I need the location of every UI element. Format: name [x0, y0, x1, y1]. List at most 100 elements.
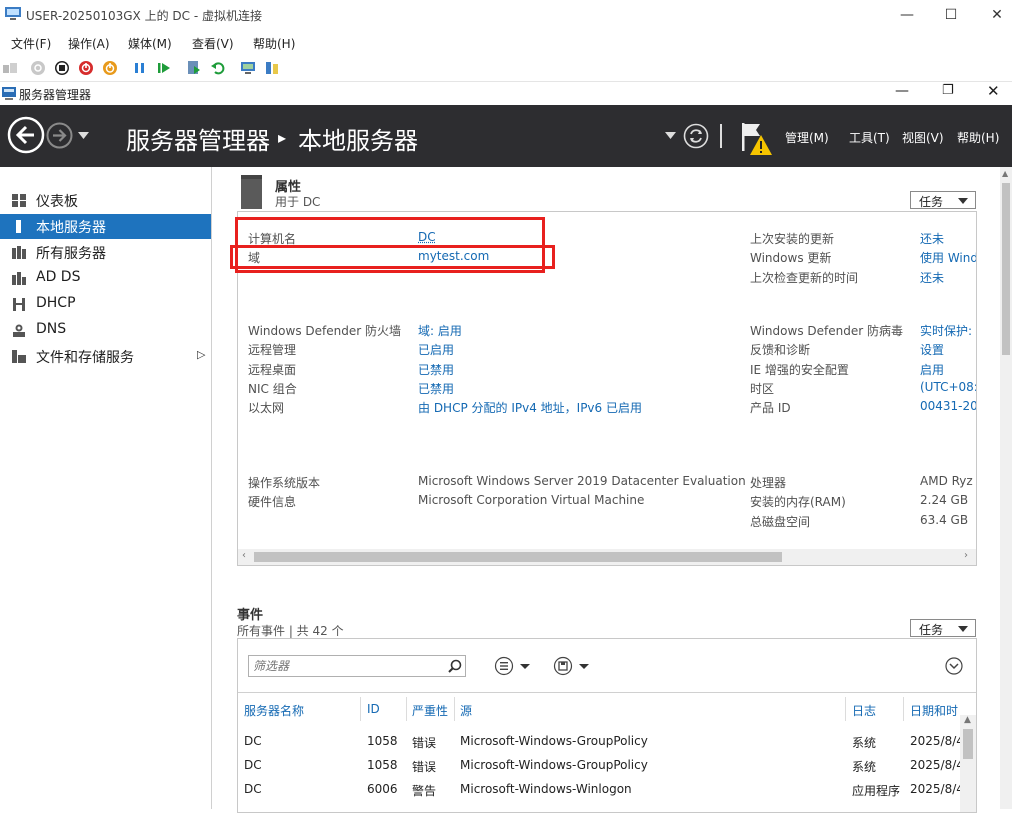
sm-minimize-button[interactable]: —: [895, 83, 909, 99]
col-header-log[interactable]: 日志: [852, 702, 876, 719]
sidebar-item-all-servers[interactable]: 所有服务器: [0, 240, 211, 265]
cell-source: Microsoft-Windows-GroupPolicy: [460, 734, 648, 748]
vm-close-button[interactable]: ✕: [974, 0, 1012, 30]
vm-toolbar: [0, 56, 1012, 82]
server-manager-icon: [2, 87, 16, 100]
sidebar-item-dhcp[interactable]: DHCP: [0, 292, 211, 317]
prop-value-remote-management[interactable]: 已启用: [418, 341, 454, 358]
sidebar-item-label: 文件和存储服务: [36, 347, 134, 367]
prop-value-last-update[interactable]: 还未: [920, 230, 944, 247]
sidebar-item-file-storage[interactable]: 文件和存储服务 ▷: [0, 344, 211, 369]
prop-value-nic-teaming[interactable]: 已禁用: [418, 380, 454, 397]
menu-help[interactable]: 帮助(H): [253, 35, 295, 52]
cell-date: 2025/8/4: [910, 758, 964, 772]
search-icon[interactable]: [448, 659, 462, 673]
checkpoint-icon[interactable]: [186, 60, 202, 76]
scroll-up-icon[interactable]: ▲: [1002, 169, 1008, 178]
prop-value-windows-update[interactable]: 使用 Wind: [920, 249, 977, 266]
prop-value-remote-desktop[interactable]: 已禁用: [418, 361, 454, 378]
menu-view[interactable]: 查看(V): [192, 35, 234, 52]
revert-icon[interactable]: [210, 60, 226, 76]
prop-value-feedback[interactable]: 设置: [920, 341, 944, 358]
sidebar-item-local-server[interactable]: 本地服务器: [0, 214, 211, 239]
col-header-source[interactable]: 源: [460, 702, 472, 719]
share-icon[interactable]: [264, 60, 280, 76]
vm-title-bar: USER-20250103GX 上的 DC - 虚拟机连接 — ☐ ✕: [0, 0, 1012, 30]
events-tasks-button[interactable]: 任务: [910, 619, 976, 637]
vm-minimize-button[interactable]: —: [884, 0, 930, 30]
prop-value-disk: 63.4 GB: [920, 513, 968, 527]
sm-restore-button[interactable]: ❐: [942, 83, 954, 98]
scroll-left-icon[interactable]: ‹: [242, 550, 246, 561]
vm-menu-bar: 文件(F) 操作(A) 媒体(M) 查看(V) 帮助(H): [0, 32, 1012, 54]
tools-menu[interactable]: 工具(T): [849, 129, 890, 146]
forward-icon[interactable]: [46, 122, 73, 149]
shut-down-icon[interactable]: [78, 60, 94, 76]
server-tile-icon: [241, 175, 262, 209]
cell-id: 6006: [367, 782, 398, 796]
vm-maximize-button[interactable]: ☐: [928, 0, 974, 30]
pause-icon[interactable]: [132, 60, 148, 76]
prop-value-last-check[interactable]: 还未: [920, 269, 944, 286]
prop-value-ethernet[interactable]: 由 DHCP 分配的 IPv4 地址，IPv6 已启用: [418, 399, 642, 416]
scrollbar-thumb[interactable]: [254, 552, 782, 562]
view-menu[interactable]: 视图(V): [902, 129, 944, 146]
sidebar-item-ad-ds[interactable]: AD DS: [0, 266, 211, 291]
back-icon[interactable]: [7, 116, 45, 154]
col-header-server-name[interactable]: 服务器名称: [244, 702, 304, 719]
resume-icon[interactable]: [156, 60, 172, 76]
scrollbar-thumb[interactable]: [1002, 183, 1010, 355]
ctrl-alt-del-icon[interactable]: [2, 60, 18, 76]
sidebar-item-dns[interactable]: DNS: [0, 318, 211, 343]
prop-value-ie-esc[interactable]: 启用: [920, 361, 944, 378]
save-query-icon[interactable]: [553, 656, 593, 676]
start-icon[interactable]: [30, 60, 46, 76]
cell-log: 系统: [852, 734, 876, 751]
events-vertical-scrollbar[interactable]: ▲: [960, 715, 976, 813]
help-menu[interactable]: 帮助(H): [957, 129, 999, 146]
turn-off-icon[interactable]: [54, 60, 70, 76]
enhanced-session-icon[interactable]: [240, 60, 256, 76]
expand-collapse-icon[interactable]: [945, 657, 963, 675]
filter-input[interactable]: [248, 655, 466, 677]
events-subtitle: 所有事件 | 共 42 个: [237, 622, 344, 639]
col-header-id[interactable]: ID: [367, 702, 380, 716]
expand-chevron-icon[interactable]: ▷: [197, 348, 205, 361]
prop-value-defender-av[interactable]: 实时保护:: [920, 322, 972, 339]
power-icon[interactable]: [102, 60, 118, 76]
cell-server: DC: [244, 758, 262, 772]
list-options-icon[interactable]: [494, 656, 534, 676]
prop-value-timezone[interactable]: (UTC+08:: [920, 380, 977, 394]
properties-tasks-button[interactable]: 任务: [910, 191, 976, 209]
ad-ds-icon: [12, 272, 26, 285]
notifications-flag-icon[interactable]: [740, 121, 774, 157]
sidebar-item-label: DNS: [36, 321, 66, 337]
prop-label-processor: 处理器: [750, 474, 786, 491]
refresh-dropdown-icon[interactable]: [665, 132, 676, 140]
scroll-up-icon[interactable]: ▲: [964, 715, 971, 725]
scrollbar-thumb[interactable]: [963, 729, 973, 759]
sidebar-item-label: AD DS: [36, 269, 80, 285]
sidebar-item-dashboard[interactable]: 仪表板: [0, 188, 211, 213]
sidebar-item-label: 所有服务器: [36, 243, 106, 263]
menu-media[interactable]: 媒体(M): [128, 35, 172, 52]
col-header-date-time[interactable]: 日期和时: [910, 702, 958, 719]
menu-action[interactable]: 操作(A): [68, 35, 110, 52]
properties-horizontal-scrollbar[interactable]: ‹ ›: [238, 549, 976, 565]
tasks-label: 任务: [919, 193, 943, 210]
sm-close-button[interactable]: ✕: [987, 82, 1000, 100]
col-header-severity[interactable]: 严重性: [412, 702, 448, 719]
page-vertical-scrollbar[interactable]: ▲: [1000, 167, 1012, 809]
prop-value-firewall[interactable]: 域: 启用: [418, 322, 462, 339]
cell-severity: 错误: [412, 758, 436, 775]
history-dropdown-icon[interactable]: [78, 132, 89, 140]
sidebar-item-label: 仪表板: [36, 191, 78, 211]
cell-id: 1058: [367, 734, 398, 748]
refresh-icon[interactable]: [683, 123, 709, 149]
menu-file[interactable]: 文件(F): [11, 35, 51, 52]
scroll-right-icon[interactable]: ›: [964, 550, 968, 561]
prop-label-last-check: 上次检查更新的时间: [750, 269, 858, 286]
manage-menu[interactable]: 管理(M): [785, 129, 829, 146]
prop-value-product-id[interactable]: 00431-20: [920, 399, 977, 413]
prop-label-firewall: Windows Defender 防火墙: [248, 322, 401, 339]
